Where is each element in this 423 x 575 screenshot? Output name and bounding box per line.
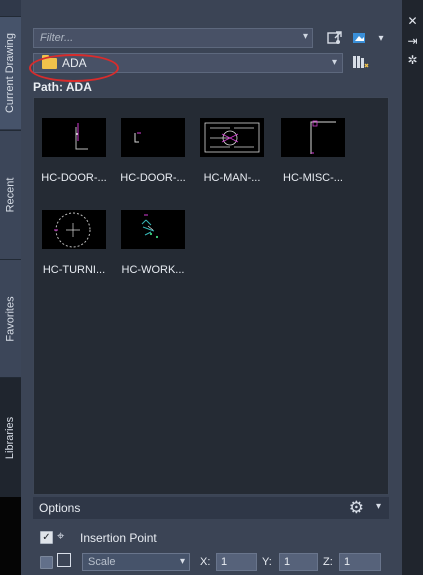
library-icon[interactable]: [351, 53, 369, 71]
folder-highlight: [29, 54, 119, 82]
y-value: 1: [284, 556, 291, 568]
chevron-down-icon[interactable]: ▾: [180, 556, 185, 567]
tab-libraries-label: Libraries: [4, 416, 17, 460]
block-label[interactable]: HC-DOOR-...: [33, 172, 115, 184]
filter-dropdown-icon[interactable]: ▾: [303, 31, 308, 42]
filter-placeholder: Filter...: [40, 32, 74, 44]
insertion-point-checkbox[interactable]: ✓: [40, 531, 53, 544]
block-thumbnail[interactable]: [281, 118, 345, 157]
view-menu-icon[interactable]: ▾: [372, 29, 390, 47]
pin-icon[interactable]: ⇥: [405, 34, 420, 49]
tab-favorites-label: Favorites: [4, 295, 17, 342]
x-value: 1: [221, 556, 228, 568]
z-value: 1: [344, 556, 351, 568]
z-input[interactable]: 1: [339, 553, 381, 571]
tab-recent-label: Recent: [4, 177, 17, 213]
block-grid: HC-DOOR-... HC-DOOR-... HC-MAN-... HC-MI…: [33, 97, 389, 495]
block-palette: Filter... ▾ ▾ ADA ▾ Path: ADA HC-DOOR-..…: [21, 0, 402, 575]
block-label[interactable]: HC-MAN-...: [191, 172, 273, 184]
block-thumbnail[interactable]: [42, 118, 106, 157]
tab-recent[interactable]: Recent: [0, 130, 21, 259]
insertion-point-icon: ⌖: [57, 528, 65, 543]
options-header[interactable]: Options ⚙ ▾: [33, 497, 389, 519]
options-panel: ✓ ⌖ Insertion Point Scale ▾ X: 1 Y: 1 Z:…: [33, 519, 389, 575]
block-label[interactable]: HC-WORK...: [112, 264, 194, 276]
block-label[interactable]: HC-DOOR-...: [112, 172, 194, 184]
options-menu-icon[interactable]: ▾: [376, 501, 381, 512]
tab-favorites[interactable]: Favorites: [0, 259, 21, 377]
x-input[interactable]: 1: [216, 553, 257, 571]
gear-icon[interactable]: ⚙: [349, 498, 364, 518]
import-icon[interactable]: [326, 29, 344, 47]
block-label[interactable]: HC-MISC-...: [272, 172, 354, 184]
tab-libraries[interactable]: Libraries: [0, 377, 21, 498]
settings-icon[interactable]: ✲: [405, 53, 420, 68]
close-icon[interactable]: ✕: [405, 14, 420, 29]
block-thumbnail[interactable]: [121, 118, 185, 157]
chevron-down-icon[interactable]: ▾: [332, 57, 337, 68]
view-icon[interactable]: [351, 29, 369, 47]
y-input[interactable]: 1: [279, 553, 318, 571]
tab-current-drawing-label: Current Drawing: [4, 32, 17, 114]
block-label[interactable]: HC-TURNI...: [33, 264, 115, 276]
left-panel-footer: [0, 497, 21, 575]
block-thumbnail[interactable]: [200, 118, 264, 157]
tab-current-drawing[interactable]: Current Drawing: [0, 16, 21, 129]
block-thumbnail[interactable]: [42, 210, 106, 249]
x-label: X:: [200, 556, 211, 568]
palette-title-bar: ✕ ⇥ ✲: [402, 0, 423, 575]
block-thumbnail[interactable]: [121, 210, 185, 249]
z-label: Z:: [323, 556, 333, 568]
scale-select-value: Scale: [88, 556, 116, 568]
scale-select[interactable]: Scale ▾: [82, 553, 190, 571]
insertion-point-label: Insertion Point: [80, 531, 157, 545]
scale-icon: [57, 553, 71, 567]
path-label: Path: ADA: [33, 80, 92, 94]
options-title: Options: [39, 501, 81, 515]
scale-checkbox[interactable]: [40, 556, 53, 569]
filter-input[interactable]: Filter... ▾: [33, 28, 313, 48]
y-label: Y:: [262, 556, 272, 568]
